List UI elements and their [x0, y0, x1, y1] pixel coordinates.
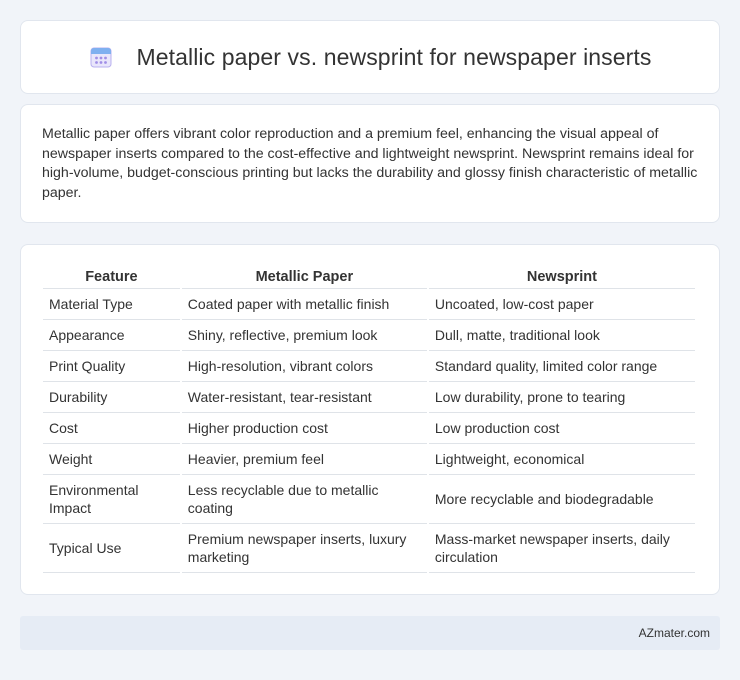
newsprint-cell: Mass-market newspaper inserts, daily cir… — [428, 524, 695, 573]
comparison-table: Feature Metallic Paper Newsprint Materia… — [41, 265, 697, 573]
table-row: Appearance Shiny, reflective, premium lo… — [43, 320, 695, 351]
newsprint-cell: Low production cost — [428, 413, 695, 444]
table-row: Cost Higher production cost Low producti… — [43, 413, 695, 444]
column-header-newsprint: Newsprint — [428, 265, 695, 289]
metallic-paper-cell: Coated paper with metallic finish — [181, 289, 427, 320]
newsprint-cell: More recyclable and biodegradable — [428, 475, 695, 524]
comparison-table-card: Feature Metallic Paper Newsprint Materia… — [20, 244, 720, 595]
column-header-feature: Feature — [43, 265, 180, 289]
summary-card: Metallic paper offers vibrant color repr… — [20, 104, 720, 223]
table-row: Typical Use Premium newspaper inserts, l… — [43, 524, 695, 573]
summary-text: Metallic paper offers vibrant color repr… — [42, 126, 698, 201]
table-header-row: Feature Metallic Paper Newsprint — [43, 265, 695, 289]
metallic-paper-cell: Shiny, reflective, premium look — [181, 320, 427, 351]
feature-cell: Material Type — [43, 289, 180, 320]
metallic-paper-cell: Higher production cost — [181, 413, 427, 444]
title-card: Metallic paper vs. newsprint for newspap… — [20, 20, 720, 94]
metallic-paper-cell: High-resolution, vibrant colors — [181, 351, 427, 382]
newsprint-cell: Lightweight, economical — [428, 444, 695, 475]
newsprint-cell: Low durability, prone to tearing — [428, 382, 695, 413]
column-header-metallic-paper: Metallic Paper — [181, 265, 427, 289]
feature-cell: Weight — [43, 444, 180, 475]
feature-cell: Cost — [43, 413, 180, 444]
feature-cell: Print Quality — [43, 351, 180, 382]
footer-bar: AZmater.com — [20, 616, 720, 650]
feature-cell: Appearance — [43, 320, 180, 351]
metallic-paper-cell: Premium newspaper inserts, luxury market… — [181, 524, 427, 573]
newsprint-cell: Standard quality, limited color range — [428, 351, 695, 382]
table-row: Print Quality High-resolution, vibrant c… — [43, 351, 695, 382]
metallic-paper-cell: Heavier, premium feel — [181, 444, 427, 475]
table-row: Material Type Coated paper with metallic… — [43, 289, 695, 320]
table-row: Weight Heavier, premium feel Lightweight… — [43, 444, 695, 475]
table-row: Environmental Impact Less recyclable due… — [43, 475, 695, 524]
newsprint-cell: Uncoated, low-cost paper — [428, 289, 695, 320]
metallic-paper-cell: Less recyclable due to metallic coating — [181, 475, 427, 524]
calendar-icon — [90, 47, 112, 68]
table-row: Durability Water-resistant, tear-resista… — [43, 382, 695, 413]
newsprint-cell: Dull, matte, traditional look — [428, 320, 695, 351]
metallic-paper-cell: Water-resistant, tear-resistant — [181, 382, 427, 413]
feature-cell: Environmental Impact — [43, 475, 180, 524]
page-title: Metallic paper vs. newsprint for newspap… — [136, 43, 652, 70]
feature-cell: Durability — [43, 382, 180, 413]
feature-cell: Typical Use — [43, 524, 180, 573]
footer-brand: AZmater.com — [638, 626, 710, 640]
